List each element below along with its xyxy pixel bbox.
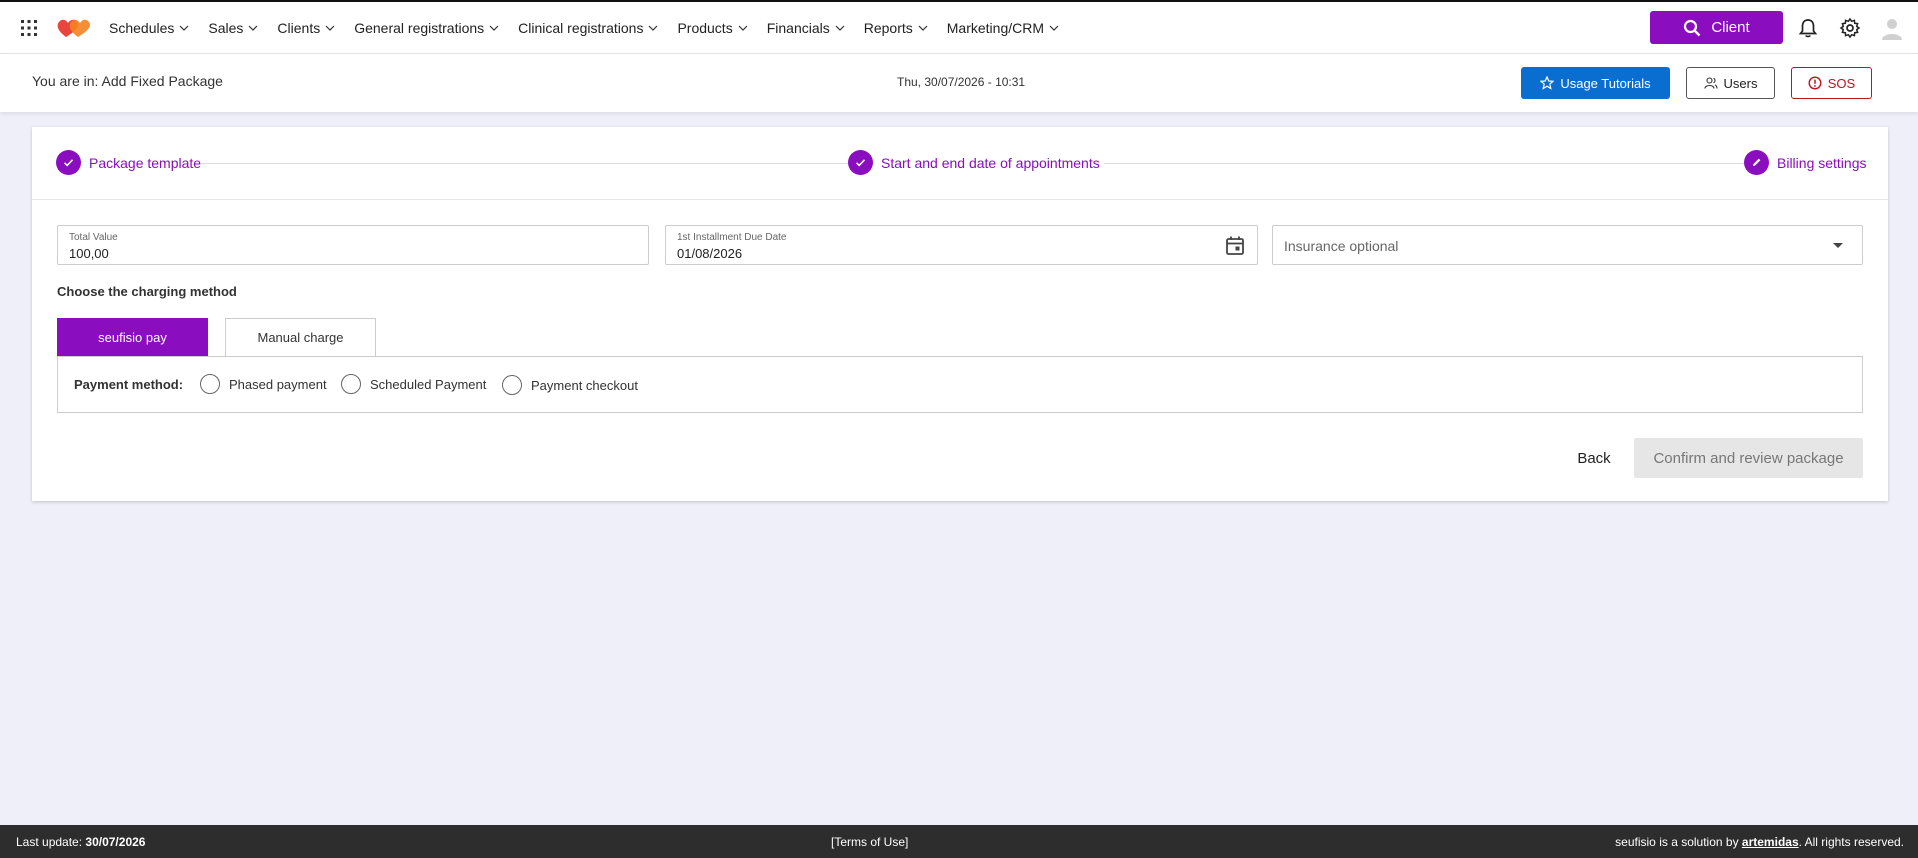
current-datetime: Thu, 30/07/2026 - 10:31 [897,75,1026,89]
payment-method-label: Payment method: [74,377,184,392]
sos-label: SOS [1827,75,1856,91]
apps-grid-icon[interactable] [20,19,38,37]
credit-prefix: seufisio is a solution by [1615,835,1739,849]
radio-phased-payment[interactable]: Phased payment [200,374,327,394]
check-icon [848,150,873,175]
confirm-review-button[interactable]: Confirm and review package [1634,438,1863,478]
tab-manual-charge[interactable]: Manual charge [225,318,376,356]
chevron-down-icon [1049,25,1059,31]
due-date-label: 1st Installment Due Date [677,232,787,243]
step-label: Package template [89,154,202,171]
payment-method-panel: Payment method: Phased payment Scheduled… [57,356,1863,413]
last-update-label: Last update: [16,835,83,849]
step-label: Billing settings [1777,154,1867,171]
due-date-input[interactable] [677,246,1150,261]
insurance-select[interactable]: Insurance optional [1272,225,1863,265]
due-date-field[interactable]: 1st Installment Due Date [665,225,1258,265]
chevron-down-icon [248,25,258,31]
page-subheader: You are in: Add Fixed Package Thu, 30/07… [0,54,1918,112]
nav-item-general-registrations[interactable]: General registrations [354,20,499,36]
chevron-down-icon [649,25,658,31]
nav-label: Sales [208,20,244,36]
chevron-down-icon [738,25,748,31]
main-menu: Schedules Sales Clients General registra… [109,2,1078,54]
nav-item-clients[interactable]: Clients [277,20,335,36]
wizard-stepper: Package template Start and end date of a… [32,127,1888,200]
nav-item-reports[interactable]: Reports [864,20,928,36]
charging-method-title: Choose the charging method [57,284,237,299]
client-search-button[interactable]: Client [1650,11,1783,44]
nav-item-products[interactable]: Products [677,20,748,36]
chevron-down-icon [179,25,189,31]
nav-item-financials[interactable]: Financials [767,20,845,36]
radio-scheduled-payment[interactable]: Scheduled Payment [341,374,486,394]
terms-of-use-link[interactable]: [Terms of Use] [831,835,908,849]
bell-icon[interactable] [1797,17,1819,39]
users-icon [1703,77,1718,89]
nav-label: Marketing/CRM [946,20,1045,36]
usage-tutorials-label: Usage Tutorials [1560,75,1651,91]
client-button-label: Client [1711,19,1750,36]
step-package-template[interactable]: Package template [56,150,202,175]
users-button[interactable]: Users [1686,67,1775,99]
nav-label: Schedules [109,20,175,36]
sos-button[interactable]: SOS [1791,67,1872,99]
step-start-end-date[interactable]: Start and end date of appointments [848,150,1100,175]
brand-logo[interactable] [56,17,92,39]
nav-item-schedules[interactable]: Schedules [109,20,189,36]
total-value-input[interactable] [69,246,541,261]
chevron-down-icon [489,25,499,31]
alert-circle-icon [1808,76,1822,90]
radio-circle[interactable] [341,374,361,394]
caret-down-icon [1833,243,1843,248]
check-icon [56,150,81,175]
last-update: Last update: 30/07/2026 [16,835,145,849]
nav-item-clinical-registrations[interactable]: Clinical registrations [518,20,658,36]
last-update-date: 30/07/2026 [85,835,146,849]
star-icon [1540,76,1555,90]
insurance-placeholder: Insurance optional [1284,238,1399,254]
chevron-down-icon [325,25,335,31]
step-connector [1104,163,1776,164]
tab-seufisio-pay[interactable]: seufisio pay [57,318,208,356]
radio-label: Scheduled Payment [370,376,487,392]
top-navigation-bar: Schedules Sales Clients General registra… [0,0,1918,54]
radio-circle[interactable] [502,375,522,395]
users-label: Users [1723,75,1758,91]
calendar-icon[interactable] [1225,235,1245,256]
nav-label: General registrations [354,20,485,36]
gear-icon[interactable] [1839,17,1861,39]
radio-payment-checkout[interactable]: Payment checkout [502,375,638,395]
copyright-notice: seufisio is a solution by artemidas. All… [1615,835,1904,849]
search-icon [1684,19,1701,36]
artemidas-link[interactable]: artemidas [1742,835,1799,849]
page-footer: Last update: 30/07/2026 [Terms of Use] s… [0,825,1918,858]
chevron-down-icon [918,25,928,31]
radio-circle[interactable] [200,374,220,394]
step-billing-settings[interactable]: Billing settings [1744,150,1867,175]
pencil-icon [1744,150,1769,175]
credit-suffix: . All rights reserved. [1798,835,1904,849]
nav-item-sales[interactable]: Sales [208,20,258,36]
nav-label: Financials [766,20,830,36]
radio-label: Phased payment [229,376,327,392]
nav-label: Clinical registrations [518,20,644,36]
total-value-label: Total Value [69,232,118,243]
chevron-down-icon [835,25,845,31]
usage-tutorials-button[interactable]: Usage Tutorials [1521,67,1670,99]
nav-item-marketing-crm[interactable]: Marketing/CRM [947,20,1059,36]
nav-label: Products [677,20,733,36]
step-label: Start and end date of appointments [881,154,1100,171]
radio-label: Payment checkout [531,377,638,393]
step-connector [200,163,868,164]
back-button[interactable]: Back [1568,438,1620,478]
breadcrumb: You are in: Add Fixed Package [32,73,223,89]
nav-label: Clients [277,20,321,36]
user-avatar-icon[interactable] [1880,16,1904,40]
total-value-field[interactable]: Total Value [57,225,649,265]
nav-label: Reports [863,20,913,36]
add-package-card: Package template Start and end date of a… [32,127,1888,501]
